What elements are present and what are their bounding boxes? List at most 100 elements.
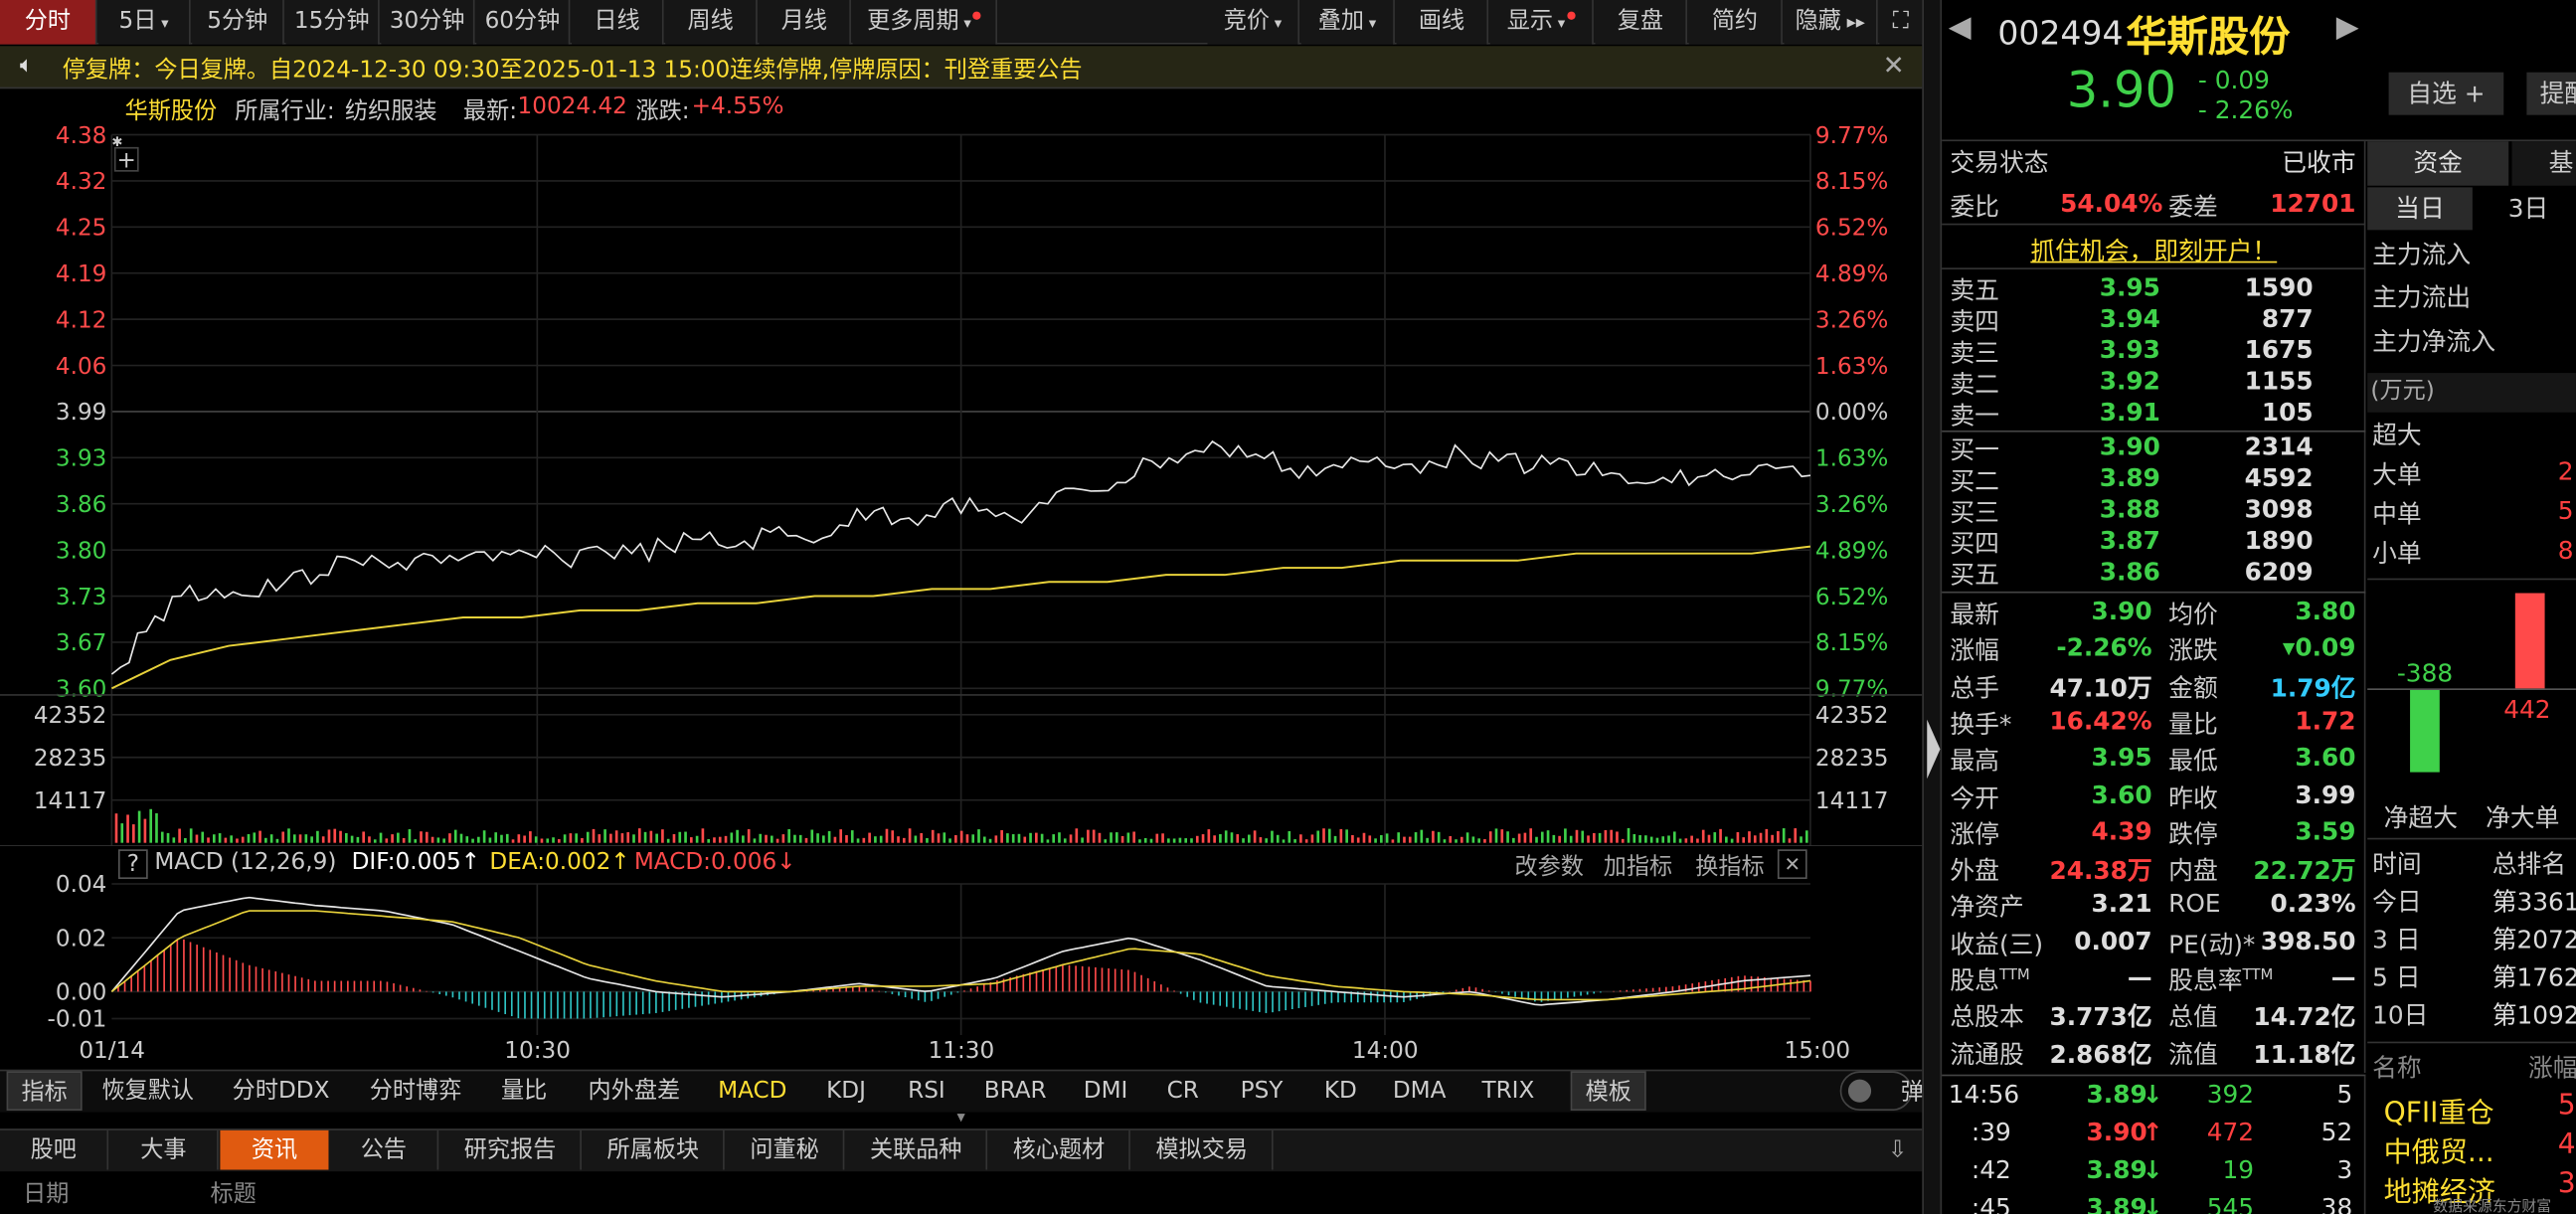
tab-sim-trade[interactable]: 模拟交易: [1132, 1129, 1274, 1170]
tab-intraday[interactable]: 分时: [0, 0, 97, 45]
tab-research[interactable]: 研究报告: [440, 1129, 582, 1170]
price-chart[interactable]: 4.38 9.77% 4.32 8.15% 4.25 6.52% 4.19 4.89% 4.12…: [0, 123, 1923, 846]
stat-row: 今开 3.60 昨收 3.99: [1942, 780, 2369, 815]
ind-psy[interactable]: PSY: [1226, 1071, 1298, 1111]
ask-row[interactable]: 卖五 3.95 1590: [1942, 272, 2369, 305]
template-button[interactable]: 模板: [1570, 1071, 1646, 1112]
bid-row[interactable]: 买二 3.89 4592: [1942, 463, 2369, 496]
tab-basic[interactable]: 基: [2511, 141, 2576, 186]
tab-3day[interactable]: 3日: [2476, 187, 2576, 230]
stock-terminal-window: 分时 5日 ▾ 5分钟 15分钟 30分钟 60分钟 日线 周线 月线 更多周期…: [0, 0, 2576, 1214]
ask-row[interactable]: 卖一 3.91 105: [1942, 398, 2369, 431]
draw-line-button[interactable]: 画线: [1396, 0, 1489, 45]
panel-divider[interactable]: [1922, 0, 1943, 1214]
macd-chart[interactable]: 0.04 0.02 0.00-0.01 01/14 10:30 11:30 14:00 15:…: [0, 871, 1922, 1068]
ind-game[interactable]: 分时博弈: [358, 1071, 473, 1111]
ask-row[interactable]: 卖三 3.93 1675: [1942, 335, 2369, 368]
tab-news[interactable]: 资讯: [220, 1129, 329, 1170]
ask-row[interactable]: 卖二 3.92 1155: [1942, 366, 2369, 399]
tab-daily[interactable]: 日线: [572, 0, 664, 45]
next-stock-icon[interactable]: ▶: [2336, 10, 2359, 45]
ind-kd[interactable]: KD: [1311, 1071, 1370, 1111]
tab-themes[interactable]: 核心题材: [989, 1129, 1130, 1170]
vol-tick-left: 42352: [34, 703, 107, 729]
tab-5day[interactable]: 5日 ▾: [98, 0, 191, 45]
popup-toggle[interactable]: 弹: [1839, 1071, 1924, 1112]
close-icon[interactable]: ✕: [1883, 50, 1905, 81]
volume-bar: [655, 833, 658, 843]
ind-dma[interactable]: DMA: [1383, 1071, 1456, 1111]
tab-fund[interactable]: 资金: [2367, 141, 2509, 186]
ind-ddx[interactable]: 分时DDX: [220, 1071, 341, 1111]
tab-related[interactable]: 关联品种: [846, 1129, 988, 1170]
hide-button[interactable]: 隐藏 ▸▸: [1784, 0, 1878, 45]
tick-list[interactable]: 14:56 3.89 ↓ 392 5:39 3.90 ↑ 472 52:42 3.89 ↓ 19 3:4…: [1942, 1074, 2366, 1214]
ind-cr[interactable]: CR: [1153, 1071, 1212, 1111]
auction-button[interactable]: 竞价 ▾: [1207, 0, 1300, 45]
tab-5min[interactable]: 5分钟: [192, 0, 284, 45]
collapse-arrow-icon[interactable]: [1927, 719, 1941, 780]
ind-dmi[interactable]: DMI: [1071, 1071, 1139, 1111]
fullscreen-icon[interactable]: ⛶: [1879, 0, 1923, 45]
tab-monthly[interactable]: 月线: [759, 0, 851, 45]
volume-bar: [511, 839, 515, 843]
ind-kdj[interactable]: KDJ: [811, 1071, 880, 1111]
volume-bar: [1500, 829, 1504, 843]
volume-bar: [1575, 829, 1579, 843]
ind-trix[interactable]: TRIX: [1468, 1071, 1547, 1111]
tab-weekly[interactable]: 周线: [665, 0, 758, 45]
bid-row[interactable]: 买三 3.88 3098: [1942, 494, 2369, 527]
simple-button[interactable]: 简约: [1688, 0, 1783, 45]
bid-row[interactable]: 买四 3.87 1890: [1942, 525, 2369, 559]
volume-bar: [759, 833, 763, 843]
volume-bar: [736, 829, 739, 843]
open-account-link[interactable]: 抓住机会，即刻开户！: [1942, 234, 2366, 269]
tab-30min[interactable]: 30分钟: [381, 0, 475, 45]
volume-bar: [1236, 834, 1240, 843]
replay-button[interactable]: 复盘: [1595, 0, 1688, 45]
tab-today[interactable]: 当日: [2367, 187, 2473, 231]
level-volume: 1890: [2244, 525, 2314, 556]
add-watchlist-button[interactable]: 自选 +: [2388, 72, 2504, 115]
tab-more-periods[interactable]: 更多周期 ▾: [852, 0, 998, 45]
restore-default-button[interactable]: 恢复默认: [92, 1071, 204, 1111]
tab-60min[interactable]: 60分钟: [476, 0, 571, 45]
tab-ask-secretary[interactable]: 问董秘: [726, 1129, 845, 1170]
tick-time: :39: [1971, 1117, 2011, 1147]
trade-status-label: 交易状态: [1950, 147, 2049, 178]
prev-stock-icon[interactable]: ◀: [1949, 10, 1972, 45]
volume-bar: [379, 832, 383, 843]
bid-row[interactable]: 买一 3.90 2314: [1942, 433, 2369, 465]
stat-label: 股息TTM: [1950, 965, 2030, 996]
ind-macd[interactable]: MACD: [710, 1071, 795, 1111]
tab-sectors[interactable]: 所属板块: [584, 1129, 725, 1170]
overlay-button[interactable]: 叠加 ▾: [1300, 0, 1395, 45]
ind-inout[interactable]: 内外盘差: [575, 1071, 693, 1111]
export-icon[interactable]: ⇩: [1879, 1130, 1915, 1170]
splitter-handle[interactable]: ▾: [937, 1110, 986, 1127]
ask-row[interactable]: 卖四 3.94 877: [1942, 304, 2369, 337]
display-button[interactable]: 显示 ▾: [1489, 0, 1594, 45]
concept-item[interactable]: QFII重仓: [2384, 1090, 2494, 1130]
volume-bar: [822, 835, 825, 843]
ind-brar[interactable]: BRAR: [972, 1071, 1058, 1111]
suspension-notice-bar: 🔈︎ 停复牌：今日复牌。自2024-12-30 09:30至2025-01-13…: [0, 46, 1923, 89]
volume-bar: [959, 830, 963, 843]
volume-bar: [1690, 835, 1693, 843]
concept-item[interactable]: 中俄贸...: [2384, 1128, 2494, 1169]
tab-15min[interactable]: 15分钟: [285, 0, 380, 45]
stats-table: 最新 3.90 均价 3.80 涨幅 -2.26% 涨跌 ▾0.09 总手 47.10万 金额 1.7…: [1942, 591, 2366, 1072]
tab-guba[interactable]: 股吧: [0, 1129, 109, 1170]
volume-bar: [430, 836, 434, 843]
ind-volratio[interactable]: 量比: [489, 1071, 558, 1111]
volume-bar: [126, 814, 129, 843]
volume-bar: [500, 834, 503, 843]
tab-events[interactable]: 大事: [110, 1129, 219, 1170]
ind-rsi[interactable]: RSI: [894, 1071, 959, 1111]
vol-tick-left: 14117: [34, 788, 107, 814]
bid-row[interactable]: 买五 3.86 6209: [1942, 557, 2369, 590]
remind-button[interactable]: 提醒: [2526, 72, 2576, 115]
volume-bar: [1104, 839, 1108, 843]
volume-bar: [1242, 838, 1245, 843]
tab-announcements[interactable]: 公告: [330, 1129, 439, 1170]
